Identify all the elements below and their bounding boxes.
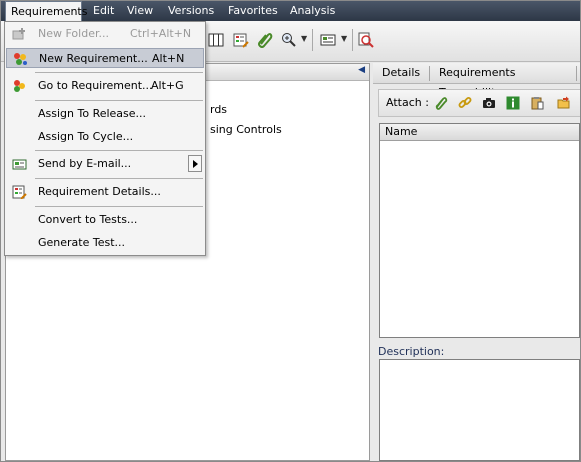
menu-item-label: Assign To Cycle... xyxy=(38,130,134,143)
menu-favorites[interactable]: Favorites xyxy=(228,1,278,21)
requirements-menu-dropdown: New Folder... Ctrl+Alt+N New Requirement… xyxy=(4,21,206,256)
menu-item-requirement-details[interactable]: Requirement Details... xyxy=(6,182,204,202)
grid-header: Name xyxy=(380,124,579,141)
zoom-dropdown-arrow-icon[interactable]: ▼ xyxy=(301,34,307,43)
menu-versions[interactable]: Versions xyxy=(168,1,214,21)
tab-separator xyxy=(576,66,577,81)
menu-item-label: New Folder... xyxy=(38,27,109,40)
menu-item-assign-to-release[interactable]: Assign To Release... xyxy=(6,104,204,124)
description-label: Description: xyxy=(378,345,445,358)
menu-analysis[interactable]: Analysis xyxy=(290,1,335,21)
attach-label: Attach : xyxy=(386,96,429,109)
app-window: Requirements Edit View Versions Favorite… xyxy=(0,0,581,462)
tree-item[interactable]: sing Controls xyxy=(210,123,282,136)
toolbar-separator xyxy=(352,29,353,51)
view-dropdown-arrow-icon[interactable]: ▼ xyxy=(341,34,347,43)
menu-item-label: Assign To Release... xyxy=(38,107,147,120)
new-folder-icon xyxy=(12,28,25,40)
menu-requirements[interactable]: Requirements xyxy=(5,1,87,21)
menu-item-label: Convert to Tests... xyxy=(38,213,138,226)
attachments-grid: Name xyxy=(379,123,580,338)
menu-item-label: Go to Requirement... xyxy=(38,79,153,92)
paperclip-icon[interactable] xyxy=(434,96,448,110)
menu-separator xyxy=(35,150,203,151)
go-to-requirement-icon xyxy=(14,80,25,92)
collapse-pane-icon[interactable]: ◀ xyxy=(358,65,365,75)
menu-item-send-by-email[interactable]: Send by E-mail... xyxy=(6,154,204,174)
menu-item-label: Send by E-mail... xyxy=(38,157,132,170)
toolbar-separator xyxy=(312,29,313,51)
attachments-toolbar: Attach : xyxy=(378,89,580,117)
menu-item-new-requirement[interactable]: New Requirement... Alt+N xyxy=(6,48,204,68)
menu-item-convert-to-tests[interactable]: Convert to Tests... xyxy=(6,210,204,230)
menu-item-label: Generate Test... xyxy=(38,236,126,249)
menu-separator xyxy=(35,100,203,101)
menu-edit[interactable]: Edit xyxy=(93,1,114,21)
zoom-icon[interactable] xyxy=(281,32,297,48)
details-tab-bar: Details Requirements Traceability xyxy=(373,63,580,99)
menu-item-label: Requirement Details... xyxy=(38,185,161,198)
menu-item-go-to-requirement[interactable]: Go to Requirement... Alt+G xyxy=(6,76,204,96)
tab-separator xyxy=(429,66,430,81)
new-requirement-icon xyxy=(14,53,27,65)
requirement-details-icon xyxy=(12,185,27,199)
menu-item-label: New Requirement... xyxy=(39,52,148,65)
menu-separator xyxy=(35,72,203,73)
camera-icon[interactable] xyxy=(482,96,496,110)
tree-item[interactable]: rds xyxy=(210,103,227,116)
menu-item-shortcut: Alt+N xyxy=(152,52,185,65)
menu-bar: Requirements Edit View Versions Favorite… xyxy=(1,1,580,21)
menu-separator xyxy=(35,178,203,179)
menu-item-generate-test[interactable]: Generate Test... xyxy=(6,233,204,253)
menu-separator xyxy=(35,206,203,207)
menu-view[interactable]: View xyxy=(127,1,153,21)
tab-requirements-traceability[interactable]: Requirements Traceability xyxy=(439,63,580,99)
submenu-arrow-icon[interactable] xyxy=(188,155,202,172)
link-icon[interactable] xyxy=(458,96,472,110)
menu-item-shortcut: Ctrl+Alt+N xyxy=(130,27,192,40)
email-icon xyxy=(12,159,27,170)
view-card-icon[interactable] xyxy=(320,32,336,48)
folder-arrow-icon[interactable] xyxy=(557,96,571,110)
tab-details[interactable]: Details xyxy=(382,63,420,83)
attachment-icon[interactable] xyxy=(257,32,273,48)
menu-item-shortcut: Alt+G xyxy=(151,79,184,92)
menu-item-assign-to-cycle[interactable]: Assign To Cycle... xyxy=(6,127,204,147)
columns-icon[interactable] xyxy=(208,32,224,48)
document-edit-icon[interactable] xyxy=(233,32,249,48)
description-field[interactable] xyxy=(379,359,580,461)
clipboard-icon[interactable] xyxy=(530,96,544,110)
find-icon[interactable] xyxy=(358,32,374,48)
column-header-name[interactable]: Name xyxy=(385,125,417,138)
info-icon[interactable] xyxy=(506,96,520,110)
menu-item-new-folder[interactable]: New Folder... Ctrl+Alt+N xyxy=(6,24,204,44)
